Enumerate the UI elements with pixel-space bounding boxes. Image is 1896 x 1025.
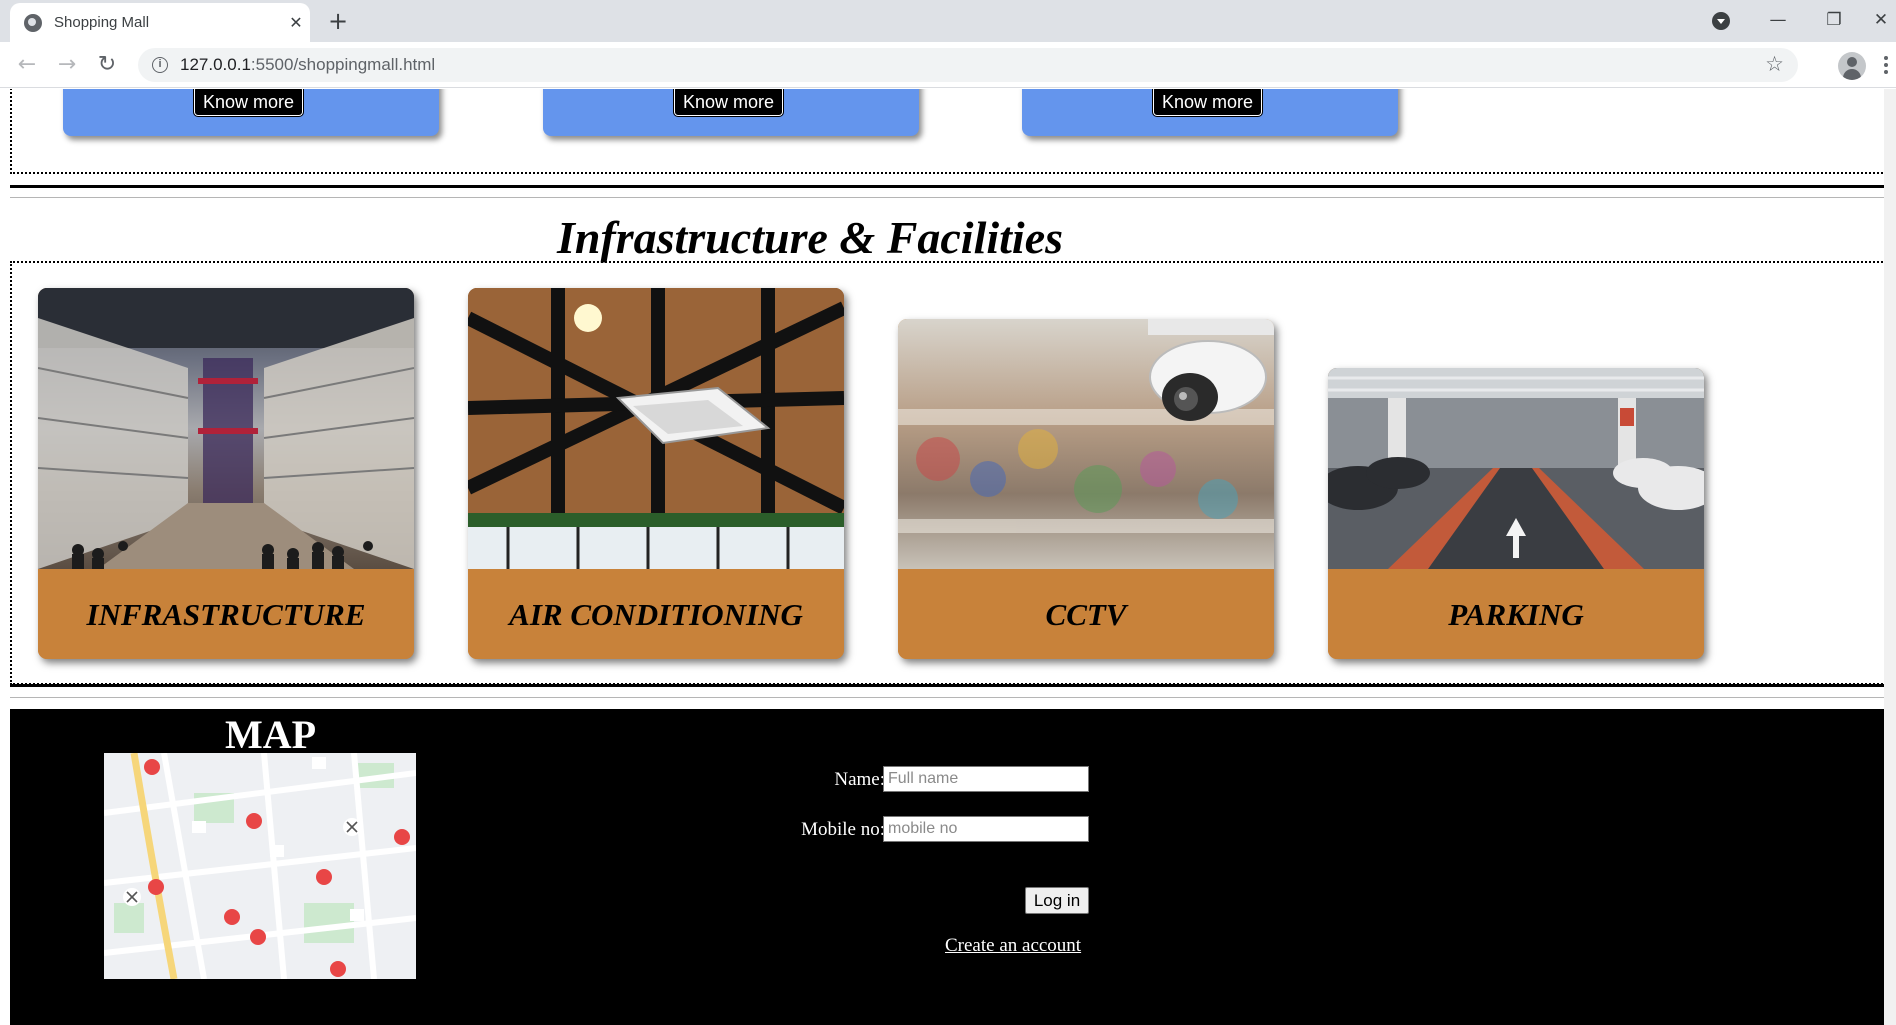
parking-garage-image (1328, 368, 1704, 569)
globe-icon (24, 13, 42, 32)
section-divider (10, 185, 1890, 188)
facility-card-infrastructure[interactable]: INFRASTRUCTURE (38, 288, 414, 659)
browser-tab-bar: Shopping Mall ✕ + — ❐ ✕ (0, 0, 1896, 42)
tab-search-icon[interactable] (1712, 12, 1730, 30)
section-rule (10, 697, 1890, 698)
reload-icon[interactable]: ↻ (90, 48, 124, 82)
back-icon[interactable]: ← (10, 48, 44, 82)
facility-card-parking[interactable]: PARKING (1328, 368, 1704, 659)
map-image[interactable] (104, 753, 416, 979)
site-info-icon[interactable]: i (152, 57, 168, 73)
facility-label: INFRASTRUCTURE (38, 569, 414, 659)
bookmark-star-icon[interactable]: ☆ (1765, 52, 1784, 76)
mobile-input[interactable] (883, 816, 1089, 842)
forward-icon[interactable]: → (50, 48, 84, 82)
mobile-label: Mobile no: (801, 819, 885, 840)
browser-menu-icon[interactable] (1884, 56, 1888, 76)
login-button[interactable]: Log in (1025, 887, 1089, 914)
facility-card-cctv[interactable]: CCTV (898, 319, 1274, 659)
minimize-icon[interactable]: — (1758, 4, 1798, 36)
close-window-icon[interactable]: ✕ (1866, 4, 1896, 36)
restore-icon[interactable]: ❐ (1814, 4, 1854, 36)
name-label: Name: (834, 769, 885, 790)
facility-label: AIR CONDITIONING (468, 569, 844, 659)
facility-card-air-conditioning[interactable]: AIR CONDITIONING (468, 288, 844, 659)
facilities-title: Infrastructure & Facilities (556, 212, 1064, 263)
map-title: MAP (225, 712, 317, 757)
air-conditioner-image (468, 288, 844, 569)
mall-atrium-image (38, 288, 414, 569)
tab-title: Shopping Mall (54, 14, 150, 31)
browser-toolbar: ← → ↻ i 127.0.0.1:5500/shoppingmall.html… (0, 42, 1896, 88)
know-more-button[interactable]: Know more (672, 89, 785, 117)
name-input[interactable] (883, 766, 1089, 792)
browser-tab[interactable]: Shopping Mall ✕ (10, 3, 310, 42)
section-divider (10, 684, 1890, 687)
profile-avatar-icon[interactable] (1838, 52, 1866, 80)
page-viewport: Know more Know more Know more Infrastruc… (0, 89, 1896, 1025)
facility-label: CCTV (898, 569, 1274, 659)
cctv-camera-image (898, 319, 1274, 569)
url-text: 127.0.0.1:5500/shoppingmall.html (180, 55, 436, 74)
footer: MAP Name: Full name Mobile no: mobile no… (10, 709, 1890, 1025)
close-tab-icon[interactable]: ✕ (282, 13, 310, 32)
section-rule (10, 197, 1890, 198)
address-bar[interactable]: i 127.0.0.1:5500/shoppingmall.html ☆ (138, 48, 1798, 82)
offer-card: Know more (1022, 89, 1398, 136)
facility-label: PARKING (1328, 569, 1704, 659)
page-scrollbar[interactable] (1884, 89, 1896, 1025)
create-account-link[interactable]: Create an account (945, 935, 1081, 957)
offer-card: Know more (63, 89, 439, 136)
offer-card: Know more (543, 89, 919, 136)
know-more-button[interactable]: Know more (1151, 89, 1264, 117)
know-more-button[interactable]: Know more (192, 89, 305, 117)
new-tab-icon[interactable]: + (322, 6, 354, 38)
